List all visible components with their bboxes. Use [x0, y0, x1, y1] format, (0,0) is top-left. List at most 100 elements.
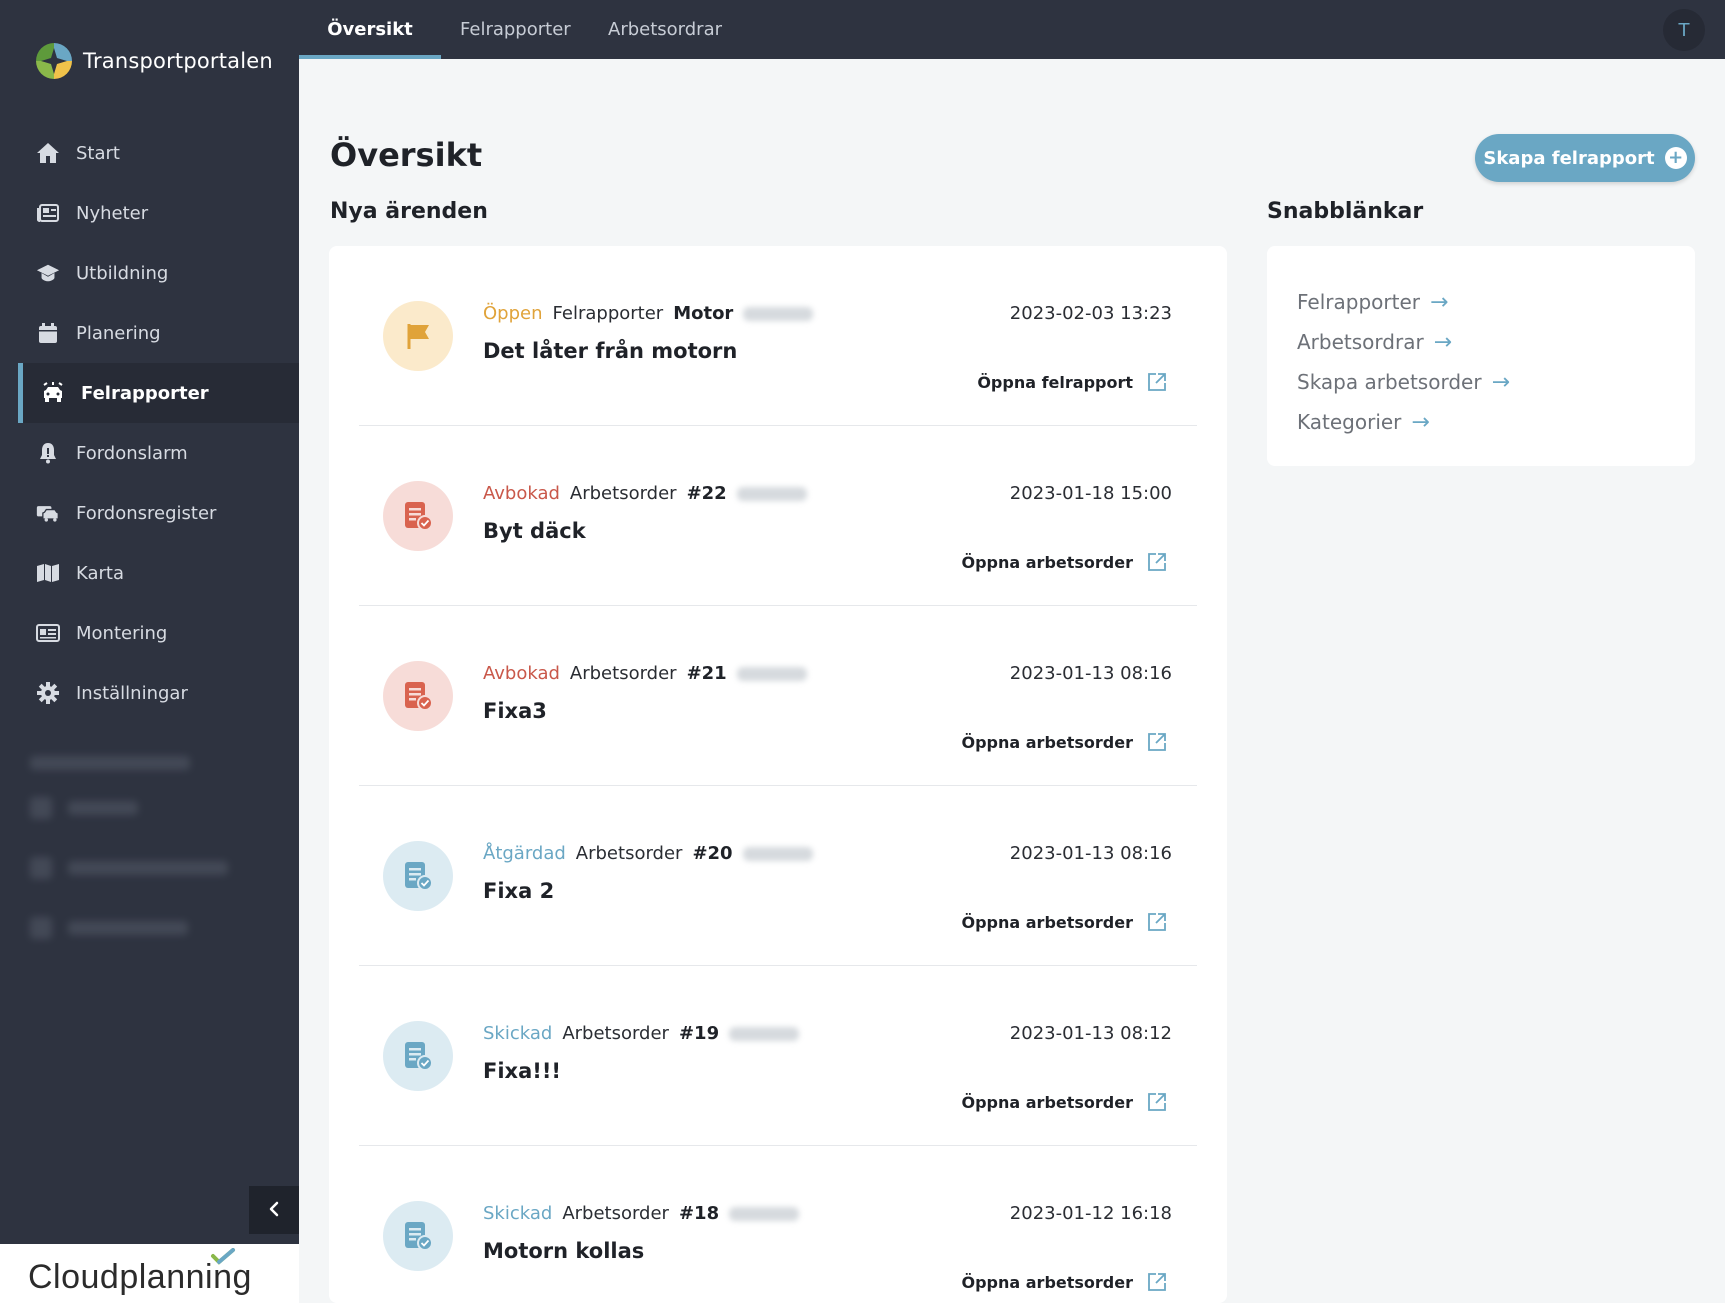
- case-item: Skickad Arbetsorder #18 Motorn kollas 20…: [359, 1146, 1197, 1303]
- quick-link-skapa-arbetsorder[interactable]: Skapa arbetsorder →: [1297, 362, 1695, 402]
- quick-link-arbetsordrar[interactable]: Arbetsordrar →: [1297, 322, 1695, 362]
- status-badge: Öppen: [483, 303, 543, 324]
- page-title: Översikt: [330, 136, 483, 174]
- case-item: Avbokad Arbetsorder #22 Byt däck 2023-01…: [359, 426, 1197, 606]
- tab-label: Arbetsordrar: [608, 19, 723, 40]
- case-reference: #18: [678, 1203, 720, 1224]
- work-order-icon: [383, 1021, 453, 1091]
- open-case-link[interactable]: Öppna arbetsorder: [961, 1272, 1167, 1292]
- gear-icon: [36, 681, 60, 705]
- sidebar-item-start[interactable]: Start: [0, 123, 299, 183]
- case-meta: Skickad Arbetsorder #19: [483, 1023, 800, 1044]
- app-logo[interactable]: Transportportalen: [35, 42, 273, 80]
- sidebar-nav: Start Nyheter Utbildning Planering Felra…: [0, 123, 299, 723]
- case-title: Byt däck: [483, 519, 586, 543]
- link-label: Öppna arbetsorder: [961, 1272, 1133, 1292]
- sidebar-item-label: Start: [76, 142, 120, 164]
- external-link-icon: [1148, 733, 1166, 751]
- case-reference: #22: [686, 483, 727, 504]
- car-crash-icon: [41, 381, 65, 405]
- calendar-icon: [36, 321, 60, 345]
- tab-oversikt[interactable]: Översikt: [299, 0, 441, 59]
- case-date: 2023-01-13 08:16: [1009, 843, 1172, 864]
- open-case-link[interactable]: Öppna arbetsorder: [961, 912, 1167, 932]
- quick-link-label: Felrapporter: [1297, 290, 1420, 314]
- status-badge: Skickad: [483, 1023, 553, 1044]
- case-reference: #21: [686, 663, 727, 684]
- redacted-text: [729, 1026, 800, 1041]
- sidebar-item-label: Nyheter: [76, 202, 149, 224]
- case-reference: #20: [692, 843, 733, 864]
- user-avatar[interactable]: T: [1663, 9, 1705, 51]
- new-cases-heading: Nya ärenden: [330, 199, 488, 224]
- case-title: Fixa!!!: [483, 1059, 561, 1083]
- quick-link-felrapporter[interactable]: Felrapporter →: [1297, 282, 1695, 322]
- sidebar-item-installningar[interactable]: Inställningar: [0, 663, 299, 723]
- tab-label: Felrapporter: [460, 19, 571, 40]
- id-card-icon: [36, 621, 60, 645]
- create-error-report-button[interactable]: Skapa felrapport +: [1475, 134, 1695, 182]
- sidebar-item-fordonsregister[interactable]: Fordonsregister: [0, 483, 299, 543]
- quick-link-label: Kategorier: [1297, 410, 1402, 434]
- sidebar-item-fordonslarm[interactable]: Fordonslarm: [0, 423, 299, 483]
- case-type: Arbetsorder: [562, 1203, 669, 1224]
- work-order-icon: [383, 481, 453, 551]
- sidebar-item-felrapporter[interactable]: Felrapporter: [18, 363, 299, 423]
- case-item: Öppen Felrapporter Motor Det låter från …: [359, 246, 1197, 426]
- external-link-icon: [1148, 553, 1166, 571]
- case-meta: Avbokad Arbetsorder #22: [483, 483, 807, 504]
- case-meta: Öppen Felrapporter Motor: [483, 303, 814, 324]
- sidebar-item-utbildning[interactable]: Utbildning: [0, 243, 299, 303]
- case-date: 2023-01-12 16:18: [1009, 1203, 1172, 1224]
- arrow-right-icon: →: [1433, 329, 1453, 355]
- cloudplanning-brand: Cloudplanning: [0, 1244, 299, 1303]
- open-case-link[interactable]: Öppna arbetsorder: [961, 732, 1167, 752]
- case-item: Åtgärdad Arbetsorder #20 Fixa 2 2023-01-…: [359, 786, 1197, 966]
- chevron-left-icon: [268, 1198, 280, 1222]
- bell-alarm-icon: [36, 441, 60, 465]
- case-date: 2023-01-18 15:00: [1009, 483, 1172, 504]
- new-cases-list: Öppen Felrapporter Motor Det låter från …: [329, 246, 1227, 1303]
- home-icon: [36, 141, 60, 165]
- sidebar-item-karta[interactable]: Karta: [0, 543, 299, 603]
- case-item: Avbokad Arbetsorder #21 Fixa3 2023-01-13…: [359, 606, 1197, 786]
- redacted-text: [729, 1206, 800, 1221]
- work-order-icon: [383, 661, 453, 731]
- open-case-link[interactable]: Öppna arbetsorder: [961, 552, 1167, 572]
- status-badge: Skickad: [483, 1203, 553, 1224]
- case-type: Arbetsorder: [575, 843, 683, 864]
- collapse-sidebar-button[interactable]: [249, 1186, 299, 1234]
- sidebar-item-planering[interactable]: Planering: [0, 303, 299, 363]
- case-date: 2023-01-13 08:16: [1009, 663, 1172, 684]
- link-label: Öppna arbetsorder: [961, 552, 1133, 572]
- status-badge: Avbokad: [483, 663, 560, 684]
- checkmark-logo-icon: [210, 1248, 236, 1270]
- case-title: Motorn kollas: [483, 1239, 645, 1263]
- link-label: Öppna arbetsorder: [961, 912, 1133, 932]
- quick-link-label: Skapa arbetsorder: [1297, 370, 1482, 394]
- case-date: 2023-02-03 13:23: [1009, 303, 1172, 324]
- sidebar-item-montering[interactable]: Montering: [0, 603, 299, 663]
- sidebar-item-label: Karta: [76, 562, 125, 584]
- quick-link-kategorier[interactable]: Kategorier →: [1297, 402, 1695, 442]
- sidebar-item-nyheter[interactable]: Nyheter: [0, 183, 299, 243]
- sidebar-item-label: Fordonslarm: [76, 442, 188, 464]
- plus-circle-icon: +: [1664, 147, 1687, 169]
- case-meta: Avbokad Arbetsorder #21: [483, 663, 807, 684]
- case-meta: Skickad Arbetsorder #18: [483, 1203, 800, 1224]
- link-label: Öppna arbetsorder: [961, 1092, 1133, 1112]
- external-link-icon: [1148, 913, 1166, 931]
- logo-icon: [35, 42, 73, 80]
- case-date: 2023-01-13 08:12: [1009, 1023, 1172, 1044]
- redacted-text: [743, 306, 814, 321]
- open-case-link[interactable]: Öppna arbetsorder: [961, 1092, 1167, 1112]
- topbar: Översikt Felrapporter Arbetsordrar T: [299, 0, 1725, 59]
- tab-arbetsordrar[interactable]: Arbetsordrar: [608, 0, 722, 59]
- external-link-icon: [1148, 373, 1166, 391]
- open-case-link[interactable]: Öppna felrapport: [977, 372, 1167, 392]
- sidebar-item-label: Fordonsregister: [76, 502, 217, 524]
- case-title: Det låter från motorn: [483, 339, 738, 363]
- map-icon: [36, 561, 60, 585]
- tab-felrapporter[interactable]: Felrapporter: [460, 0, 571, 59]
- arrow-right-icon: →: [1411, 409, 1430, 435]
